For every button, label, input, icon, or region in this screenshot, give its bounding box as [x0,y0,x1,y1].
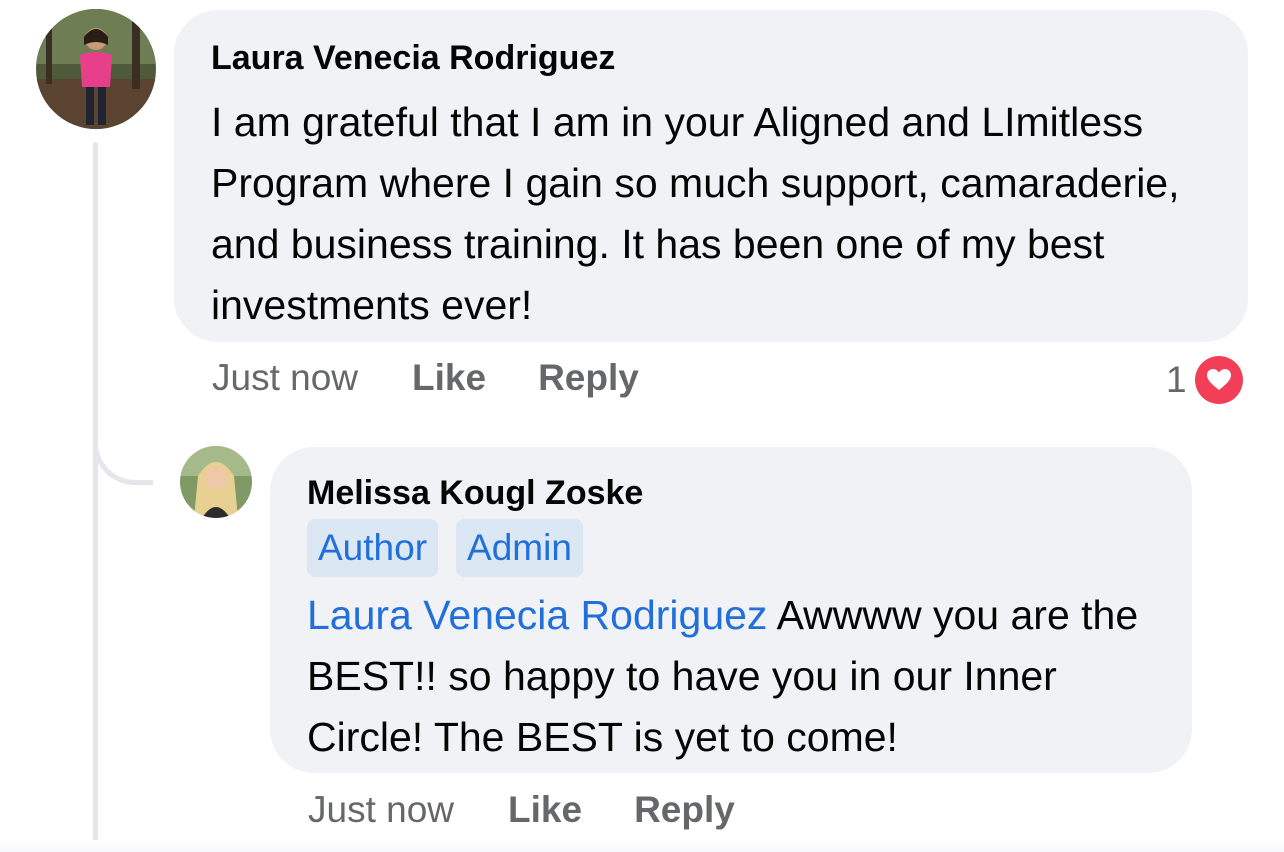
reply-author[interactable]: Melissa Kougl Zoske [307,473,1162,513]
reply-bubble: Melissa Kougl Zoske Author Admin Laura V… [270,447,1192,773]
reply-text: Laura Venecia Rodriguez Awwww you are th… [307,585,1162,768]
comment-actions: Just now Like Reply [212,357,691,399]
reply-timestamp[interactable]: Just now [308,789,454,831]
reply-button[interactable]: Reply [538,357,639,399]
mention-link[interactable]: Laura Venecia Rodriguez [307,592,767,638]
comment-timestamp[interactable]: Just now [212,357,358,399]
admin-badge[interactable]: Admin [456,519,583,577]
reply-actions: Just now Like Reply [308,789,787,831]
author-badge[interactable]: Author [307,519,439,577]
avatar-melissa[interactable] [180,446,252,518]
thread-line [93,142,98,852]
comment-bubble: Laura Venecia Rodriguez I am grateful th… [174,10,1248,342]
reply-like-button[interactable]: Like [508,789,582,831]
comment-text: I am grateful that I am in your Aligned … [211,99,1180,328]
avatar-laura[interactable] [36,9,156,129]
reaction-count: 1 [1166,359,1187,400]
like-button[interactable]: Like [412,357,486,399]
reaction-summary[interactable]: 1 [1166,356,1243,404]
heart-icon [1194,356,1243,404]
bottom-edge [0,840,1284,852]
reply-reply-button[interactable]: Reply [634,789,735,831]
comment-author[interactable]: Laura Venecia Rodriguez [211,38,1214,78]
thread-branch-connector [93,400,153,485]
author-badges: Author Admin [307,519,1162,577]
